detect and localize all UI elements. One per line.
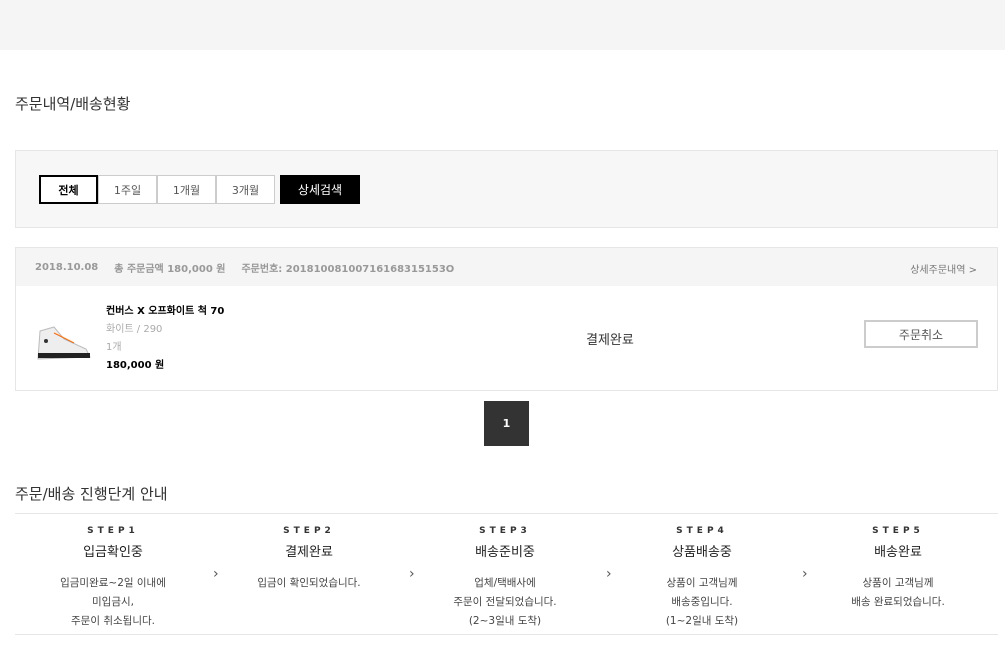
period-filter: 전체 1주일 1개월 3개월 상세검색 — [15, 150, 998, 228]
product-option: 화이트 / 290 — [106, 324, 163, 335]
step-title: 상품배송중 — [672, 545, 732, 560]
product-price: 180,000 원 — [106, 360, 165, 371]
order-header: 2018.10.08 총 주문금액 180,000 원 주문번호: 201810… — [16, 248, 997, 286]
guide-title: 주문/배송 진행단계 안내 — [15, 485, 168, 503]
step-4: STEP4 상품배송중상품이 고객님께 배송중입니다. (1~2일내 도착) — [604, 526, 800, 631]
product-quantity: 1개 — [106, 342, 122, 353]
step-desc: 상품이 고객님께 배송중입니다. (1~2일내 도착) — [665, 577, 739, 627]
step-title: 결제완료 — [285, 545, 333, 560]
step-desc: 업체/택배사에 주문이 전달되었습니다. (2~3일내 도착) — [453, 577, 557, 627]
step-title: 배송완료 — [874, 545, 922, 560]
step-desc: 입금미완료~2일 이내에 미입금시, 주문이 취소됩니다. — [60, 577, 166, 627]
page-1[interactable]: 1 — [484, 401, 529, 446]
detail-search-button[interactable]: 상세검색 — [280, 175, 360, 204]
top-bar — [0, 0, 1005, 50]
order-number: 주문번호: 20181008100716168315153O — [241, 263, 455, 275]
step-3: STEP3 배송준비중업체/택배사에 주문이 전달되었습니다. (2~3일내 도착… — [407, 526, 603, 631]
filter-3months[interactable]: 3개월 — [216, 175, 275, 204]
step-key: STEP1 — [87, 526, 139, 536]
filter-all[interactable]: 전체 — [39, 175, 98, 204]
step-key: STEP3 — [479, 526, 531, 536]
order-detail-link[interactable]: 상세주문내역 > — [910, 261, 977, 276]
product-info: 컨버스 X 오프화이트 척 70 화이트 / 290 1개 180,000 원 — [106, 303, 224, 375]
steps-guide: STEP1 입금확인중 입금미완료~2일 이내에 미입금시, 주문이 취소됩니다. … — [15, 513, 998, 635]
page-title: 주문내역/배송현황 — [15, 95, 131, 113]
step-5: STEP5 배송완료상품이 고객님께 배송 완료되었습니다. — [800, 526, 996, 612]
step-desc: 상품이 고객님께 배송 완료되었습니다. — [851, 577, 945, 608]
cancel-order-button[interactable]: 주문취소 — [864, 320, 978, 348]
order-total: 총 주문금액 180,000 원 — [114, 263, 226, 275]
step-1: STEP1 입금확인중입금미완료~2일 이내에 미입금시, 주문이 취소됩니다. — [15, 526, 211, 631]
step-title: 배송준비중 — [475, 545, 535, 560]
product-name[interactable]: 컨버스 X 오프화이트 척 70 — [106, 303, 224, 321]
step-key: STEP5 — [872, 526, 924, 536]
filter-1month[interactable]: 1개월 — [157, 175, 216, 204]
filter-1week[interactable]: 1주일 — [98, 175, 157, 204]
step-key: STEP2 — [283, 526, 335, 536]
step-desc: 입금이 확인되었습니다. — [257, 577, 361, 589]
order-status: 결제완료 — [586, 333, 634, 348]
product-image[interactable] — [34, 323, 94, 363]
step-title: 입금확인중 — [83, 545, 143, 560]
order-date: 2018.10.08 — [35, 261, 99, 273]
step-key: STEP4 — [676, 526, 728, 536]
step-2: STEP2 결제완료입금이 확인되었습니다. — [211, 526, 407, 593]
order-card: 2018.10.08 총 주문금액 180,000 원 주문번호: 201810… — [15, 247, 998, 391]
